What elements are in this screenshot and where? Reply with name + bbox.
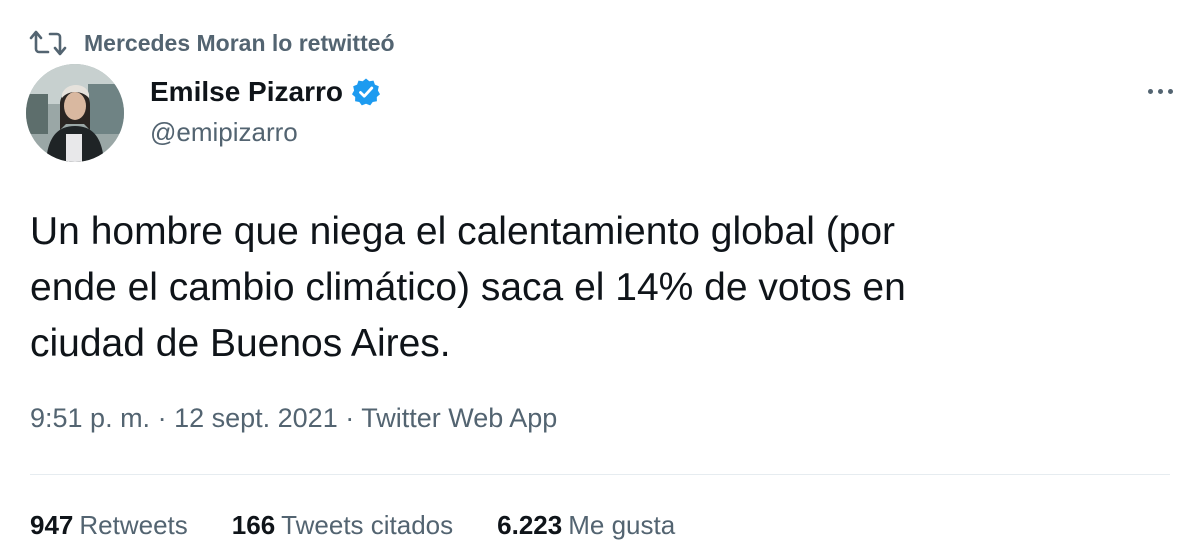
tweet-date[interactable]: 12 sept. 2021 [174, 403, 338, 433]
quote-tweets-stat[interactable]: 166 Tweets citados [232, 510, 453, 541]
quote-tweets-count: 166 [231, 510, 276, 540]
meta-separator: · [150, 403, 175, 433]
more-options-button[interactable] [1135, 76, 1185, 106]
tweet-metadata: 9:51 p. m. · 12 sept. 2021 · Twitter Web… [30, 403, 557, 434]
retweets-label: Retweets [79, 510, 188, 540]
likes-count: 6.223 [497, 510, 563, 540]
more-options-icon-dot [1167, 88, 1173, 94]
retweets-count: 947 [30, 510, 74, 540]
tweet-stats: 947 Retweets 166 Tweets citados 6.223 Me gu… [30, 510, 719, 541]
meta-separator: · [337, 403, 362, 433]
author-handle[interactable]: @emipizarro [150, 117, 298, 148]
likes-stat[interactable]: 6.223 Me gusta [497, 510, 675, 541]
retweet-icon [28, 29, 68, 57]
tweet-card: Mercedes Moran lo retwitteó Emilse Pizar… [0, 0, 1200, 557]
author-display-name[interactable]: Emilse Pizarro [150, 76, 381, 108]
tweet-time[interactable]: 9:51 p. m. [30, 403, 150, 433]
avatar[interactable] [26, 64, 124, 162]
more-options-icon [1147, 88, 1153, 94]
verified-badge-icon [351, 77, 381, 107]
retweets-stat[interactable]: 947 Retweets [30, 510, 188, 541]
more-options-icon-dot [1157, 88, 1163, 94]
divider [30, 474, 1170, 475]
retweet-banner[interactable]: Mercedes Moran lo retwitteó [28, 26, 395, 60]
retweet-banner-text: Mercedes Moran lo retwitteó [84, 29, 395, 56]
author-name-text: Emilse Pizarro [150, 76, 343, 107]
tweet-text: Un hombre que niega el calentamiento glo… [30, 210, 906, 365]
quote-tweets-label: Tweets citados [281, 510, 454, 540]
tweet-source[interactable]: Twitter Web App [361, 403, 557, 433]
likes-label: Me gusta [568, 510, 676, 540]
